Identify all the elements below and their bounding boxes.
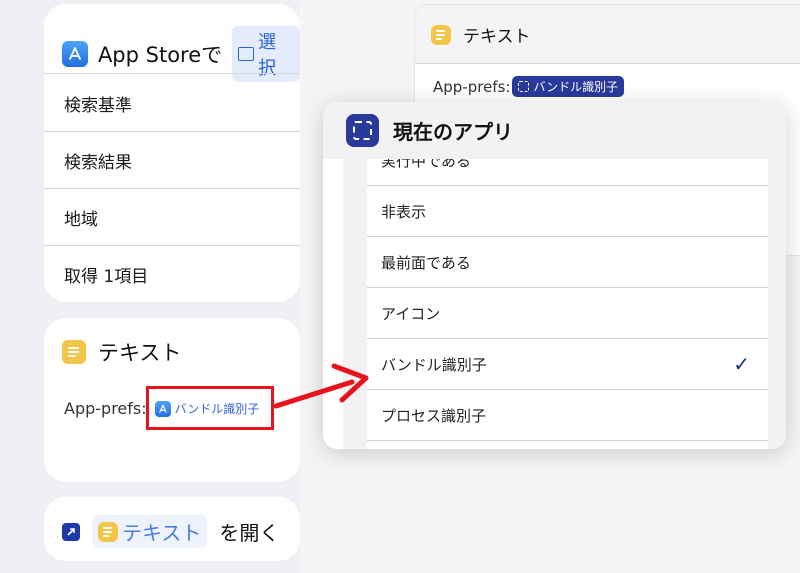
note-icon [431, 24, 451, 45]
open-label: を開く [219, 521, 280, 545]
note-icon [62, 340, 86, 364]
text-card-title: テキスト [463, 27, 531, 47]
checkmark-icon: ✓ [733, 352, 750, 376]
param-row-get-items[interactable]: 取得 1項目 [44, 246, 300, 302]
text-prefix: App-prefs: [433, 77, 511, 96]
text-card-header: テキスト [62, 337, 181, 367]
param-row-search-criteria[interactable]: 検索基準 [44, 75, 300, 132]
appstore-card-title: App Storeで [97, 43, 223, 67]
current-app-popup[interactable]: 現在のアプリ 実行中である 非表示 最前面である アイコン バンドル識別子 ✓ … [323, 102, 786, 449]
app-store-icon [62, 41, 88, 67]
text-variable-label: テキスト [122, 521, 202, 545]
dashed-square-icon [518, 81, 530, 92]
row-label: 地域 [64, 210, 98, 230]
menu-item-icon[interactable]: アイコン [367, 288, 768, 338]
menu-item-bundle-id[interactable]: バンドル識別子 ✓ [367, 339, 768, 389]
menu-item-label: プロセス識別子 [381, 406, 487, 425]
note-icon [98, 521, 118, 542]
row-label: 取得 1項目 [64, 267, 149, 287]
red-arrow [273, 363, 369, 409]
menu-item-running[interactable]: 実行中である [367, 159, 768, 185]
menu-item-label: バンドル識別子 [381, 355, 487, 374]
open-action-card[interactable]: テキスト を開く [44, 497, 300, 561]
menu-item-hidden[interactable]: 非表示 [367, 186, 768, 236]
popup-list: 実行中である 非表示 最前面である アイコン バンドル識別子 ✓ プロセス識別子 [343, 159, 786, 449]
param-row-search-results[interactable]: 検索結果 [44, 132, 300, 189]
menu-item-label: 非表示 [381, 202, 427, 221]
current-app-icon [346, 114, 379, 147]
menu-item-label: 最前面である [381, 253, 471, 272]
menu-item-frontmost[interactable]: 最前面である [367, 237, 768, 287]
bundle-id-token-label: バンドル識別子 [533, 80, 619, 94]
text-variable-token[interactable]: テキスト [92, 515, 208, 548]
text-prefix: App-prefs: [64, 399, 147, 418]
open-arrow-icon [62, 522, 80, 541]
popup-title: 現在のアプリ [393, 120, 513, 144]
row-label: 検索基準 [64, 96, 132, 116]
highlight-box [146, 386, 274, 430]
param-row-region[interactable]: 地域 [44, 189, 300, 246]
bundle-id-token[interactable]: バンドル識別子 [512, 76, 625, 97]
text-card-content[interactable]: App-prefs: バンドル識別子 [433, 76, 625, 97]
menu-item-label: 実行中である [381, 159, 471, 170]
menu-item-label: アイコン [381, 304, 441, 323]
appstore-action-card[interactable]: App Storeで 選択 検索基準 検索結果 地域 取得 1項目 [44, 4, 300, 302]
text-doc-icon [238, 47, 255, 61]
popup-header: 現在のアプリ [323, 102, 786, 159]
text-card-title: テキスト [98, 341, 182, 365]
row-label: 検索結果 [64, 153, 132, 173]
menu-item-process-id[interactable]: プロセス識別子 [367, 390, 768, 440]
